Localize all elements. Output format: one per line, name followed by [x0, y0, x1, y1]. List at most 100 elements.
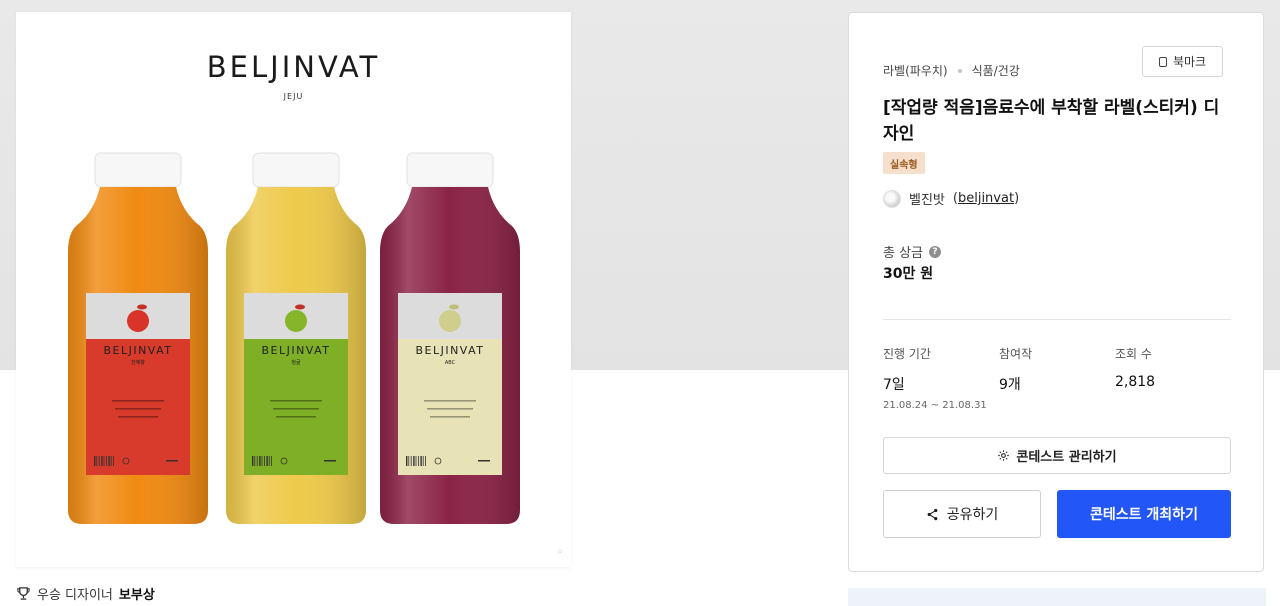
- barcode-bar: [94, 456, 96, 466]
- entries-label: 참여작: [999, 347, 1033, 361]
- barcode-bar: [271, 456, 272, 466]
- barcode-bar: [96, 456, 98, 466]
- leaf-icon: [137, 304, 147, 310]
- contest-image[interactable]: BELJINVAT JEJU BELJINVAT 천혜향 BELJINVAT 청귤 BE…: [16, 12, 571, 567]
- barcode-bar: [422, 456, 424, 466]
- winner-name[interactable]: 보부상: [119, 584, 155, 603]
- barcode-bar: [103, 456, 105, 466]
- bottle-label-sub: 천혜향: [131, 359, 145, 366]
- gear-icon: [998, 450, 1010, 461]
- label-text-line: [430, 416, 470, 418]
- bookmark-icon: [1158, 56, 1167, 67]
- barcode-bar: [266, 456, 268, 466]
- barcode-bar: [254, 456, 256, 466]
- barcode-bar: [415, 456, 417, 466]
- divider: [883, 319, 1231, 320]
- views-label: 조회 수: [1115, 347, 1152, 361]
- bookmark-button[interactable]: 북마크: [1142, 46, 1223, 77]
- fruit-icon: [285, 310, 307, 332]
- label-text-line: [424, 400, 476, 402]
- label-text-line: [273, 408, 319, 410]
- volume-mark: [324, 460, 336, 462]
- label-text-line: [427, 408, 473, 410]
- barcode-bar: [110, 456, 112, 466]
- fruit-icon: [127, 310, 149, 332]
- stat-period: 진행 기간 7일 21.08.24 ~ 21.08.31: [883, 345, 987, 411]
- breadcrumb-category[interactable]: 라벨(파우치): [883, 62, 948, 79]
- breadcrumb-subcategory[interactable]: 식품/건강: [972, 62, 1020, 79]
- host-id-link[interactable]: beljinvat: [958, 191, 1014, 206]
- bottle-cap: [252, 152, 340, 188]
- avatar-icon: [883, 189, 901, 208]
- prize-value: 30만 원: [883, 266, 934, 282]
- bottle-label-brand: BELJINVAT: [415, 344, 484, 357]
- host-id-wrapper[interactable]: (beljinvat): [953, 191, 1019, 206]
- period-value: 7일: [883, 377, 905, 393]
- winner-award: 우승 디자이너 보부상: [16, 584, 155, 603]
- breadcrumb: 라벨(파우치) 식품/건강: [883, 62, 1020, 79]
- juice-bottle: BELJINVAT 청귤: [226, 152, 366, 524]
- barcode-bar: [425, 456, 426, 466]
- contest-type-badge: 실속형: [883, 152, 925, 174]
- views-value: 2,818: [1115, 374, 1156, 390]
- award-prefix: 우승 디자이너: [37, 588, 113, 603]
- bottles-illustration: BELJINVAT 천혜향 BELJINVAT 청귤 BELJINVAT ABC: [68, 152, 520, 524]
- manage-contest-label: 콘테스트 관리하기: [1016, 450, 1117, 465]
- bottle-cap: [94, 152, 182, 188]
- host-contest-button[interactable]: 콘테스트 개최하기: [1057, 490, 1231, 538]
- stat-entries: 참여작 9개: [999, 345, 1032, 394]
- stat-views: 조회 수 2,818: [1115, 345, 1155, 390]
- entries-value: 9개: [999, 377, 1021, 393]
- period-range: 21.08.24 ~ 21.08.31: [883, 400, 987, 411]
- barcode-bar: [98, 456, 100, 466]
- barcode-bar: [259, 456, 261, 466]
- share-button[interactable]: 공유하기: [883, 490, 1041, 538]
- manage-contest-button[interactable]: 콘테스트 관리하기: [883, 437, 1231, 474]
- leaf-icon: [449, 304, 459, 310]
- barcode-bar: [413, 456, 415, 466]
- prize-label: 총 상금 ?: [883, 242, 942, 261]
- barcode-bar: [261, 456, 263, 466]
- help-icon[interactable]: ?: [929, 245, 942, 258]
- breadcrumb-separator: [957, 68, 962, 73]
- trophy-icon: [17, 587, 30, 600]
- leaf-icon: [295, 304, 305, 310]
- bottom-banner[interactable]: [848, 588, 1266, 606]
- bottle-cap: [406, 152, 494, 188]
- barcode-bar: [268, 456, 270, 466]
- barcode-bar: [408, 456, 410, 466]
- barcode-bar: [101, 456, 103, 466]
- host-name: 벨진밧: [909, 193, 945, 208]
- volume-mark: [478, 460, 490, 462]
- bottle-label-sub: 청귤: [291, 360, 301, 366]
- label-text-line: [115, 408, 161, 410]
- barcode-bar: [406, 456, 408, 466]
- label-text-line: [118, 416, 158, 418]
- barcode-bar: [264, 456, 265, 466]
- barcode-bar: [420, 456, 422, 466]
- bottle-label-sub: ABC: [445, 360, 456, 366]
- label-text-line: [270, 400, 322, 402]
- label-text-line: [276, 416, 316, 418]
- bookmark-label: 북마크: [1172, 55, 1207, 69]
- bottle-label-brand: BELJINVAT: [261, 344, 330, 357]
- barcode-bar: [108, 456, 110, 466]
- page-title: [작업량 적음]음료수에 부착할 라벨(스티커) 디자인: [883, 98, 1220, 144]
- barcode-bar: [113, 456, 114, 466]
- zoom-icon[interactable]: ⌕: [557, 546, 563, 557]
- contest-info-card: 라벨(파우치) 식품/건강 북마크 [작업량 적음]음료수에 부착할 라벨(스티…: [848, 12, 1264, 572]
- volume-mark: [166, 460, 178, 462]
- period-label: 진행 기간: [883, 347, 931, 361]
- barcode-bar: [252, 456, 254, 466]
- bottle-label-brand: BELJINVAT: [103, 344, 172, 357]
- barcode-bar: [256, 456, 258, 466]
- share-label: 공유하기: [946, 507, 999, 523]
- juice-bottle: BELJINVAT 천혜향: [68, 152, 208, 524]
- prize-label-text: 총 상금: [883, 246, 924, 261]
- share-icon: [927, 508, 938, 520]
- barcode-bar: [410, 456, 412, 466]
- label-text-line: [112, 400, 164, 402]
- barcode-bar: [418, 456, 419, 466]
- host-info: 벨진밧 (beljinvat): [883, 189, 1019, 208]
- fruit-icon: [439, 310, 461, 332]
